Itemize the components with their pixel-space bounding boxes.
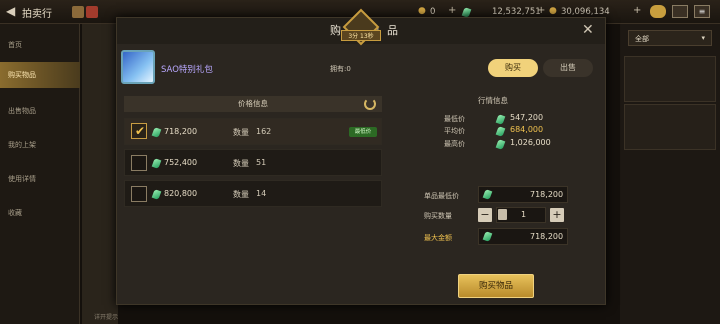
tab-buy[interactable]: 购买 xyxy=(488,59,538,77)
page-title: 拍卖行 xyxy=(22,9,52,20)
listing-qty: 14 xyxy=(256,189,267,198)
total-value: 718,200 xyxy=(530,232,564,241)
currency-3-value: 30,096,134 xyxy=(561,7,610,17)
item-name: SAO特别礼包 xyxy=(161,65,213,75)
listing-qty: 162 xyxy=(256,127,272,136)
mail-icon[interactable] xyxy=(672,5,688,18)
settings-menu-icon[interactable]: ≡ xyxy=(694,5,710,18)
listing-qty-label: 数量 xyxy=(233,190,249,199)
sidebar-item-sell[interactable]: 出售物品 xyxy=(0,98,80,124)
chevron-down-icon: ▾ xyxy=(701,34,705,42)
listing-row[interactable] xyxy=(124,180,382,207)
back-arrow-icon[interactable]: ◀ xyxy=(6,4,20,18)
listing-row[interactable] xyxy=(124,118,382,145)
listing-price: 820,800 xyxy=(164,189,198,198)
filter-dropdown[interactable]: 全部 ▾ xyxy=(628,30,712,46)
sidebar-item-usage[interactable]: 使用详情 xyxy=(0,166,80,192)
sidebar-item-home[interactable]: 首页 xyxy=(0,32,80,58)
filter-label: 全部 xyxy=(635,35,649,43)
background-bottom-tab: 详开提示 xyxy=(94,314,119,321)
price-panel-title: 价格信息 xyxy=(124,96,382,112)
gift-icon[interactable] xyxy=(86,6,98,18)
listing-qty: 51 xyxy=(256,158,267,167)
category-column xyxy=(82,24,118,324)
sidebar-item-my-listings[interactable]: 我的上架 xyxy=(0,132,80,158)
qty-value: 1 xyxy=(521,210,527,219)
qty-label: 购买数量 xyxy=(424,212,452,220)
listing-checkbox[interactable] xyxy=(131,155,147,171)
checkmark-icon: ✔ xyxy=(134,124,146,138)
listing-price: 718,200 xyxy=(164,127,198,136)
sidebar-item-buy[interactable]: 购买物品 xyxy=(0,62,80,88)
max-price-value: 1,026,000 xyxy=(510,138,551,147)
refresh-icon[interactable] xyxy=(364,98,376,110)
timer-text: 3分 13秒 xyxy=(341,30,381,41)
menu-icon[interactable] xyxy=(72,6,84,18)
currency-3-add-button[interactable]: + xyxy=(633,5,641,16)
calculator-icon[interactable] xyxy=(498,209,507,220)
listing-price: 752,400 xyxy=(164,158,198,167)
currency-2-value: 12,532,751 xyxy=(492,7,541,17)
avg-price-label: 平均价 xyxy=(444,127,465,135)
listing-checkbox[interactable]: ✔ xyxy=(131,123,147,139)
background-list-item xyxy=(624,104,716,150)
lowest-price-badge: 最低价 xyxy=(349,127,377,137)
coin-icon: ● xyxy=(418,6,426,16)
currency-1-value: 0 xyxy=(430,7,436,17)
currency-1-add-button[interactable]: + xyxy=(448,5,456,16)
listing-checkbox[interactable] xyxy=(131,186,147,202)
buy-item-button[interactable]: 购买物品 xyxy=(458,274,534,298)
item-gift-icon xyxy=(121,50,155,84)
qty-decrease-button[interactable]: − xyxy=(478,208,492,222)
background-list-item xyxy=(624,56,716,102)
min-price-value: 547,200 xyxy=(510,113,544,122)
tab-sell[interactable]: 出售 xyxy=(543,59,593,77)
unit-price-label: 单品最低价 xyxy=(424,192,459,200)
close-icon[interactable]: ✕ xyxy=(582,22,594,38)
listing-qty-label: 数量 xyxy=(233,159,249,168)
unit-price-value: 718,200 xyxy=(530,190,564,199)
sidebar-item-favorites[interactable]: 收藏 xyxy=(0,200,80,226)
owned-count: 拥有:0 xyxy=(330,65,351,73)
listing-row[interactable] xyxy=(124,149,382,176)
total-label: 最大金额 xyxy=(424,234,452,242)
min-price-label: 最低价 xyxy=(444,115,465,123)
max-price-label: 最高价 xyxy=(444,140,465,148)
avg-price-value: 684,000 xyxy=(510,125,544,134)
treasure-icon[interactable] xyxy=(650,5,666,18)
market-info-title: 行情信息 xyxy=(478,96,508,105)
qty-increase-button[interactable]: + xyxy=(550,208,564,222)
currency-2-add-button[interactable]: + xyxy=(537,5,545,16)
gold-coin-icon: ● xyxy=(549,6,557,16)
listing-qty-label: 数量 xyxy=(233,128,249,137)
